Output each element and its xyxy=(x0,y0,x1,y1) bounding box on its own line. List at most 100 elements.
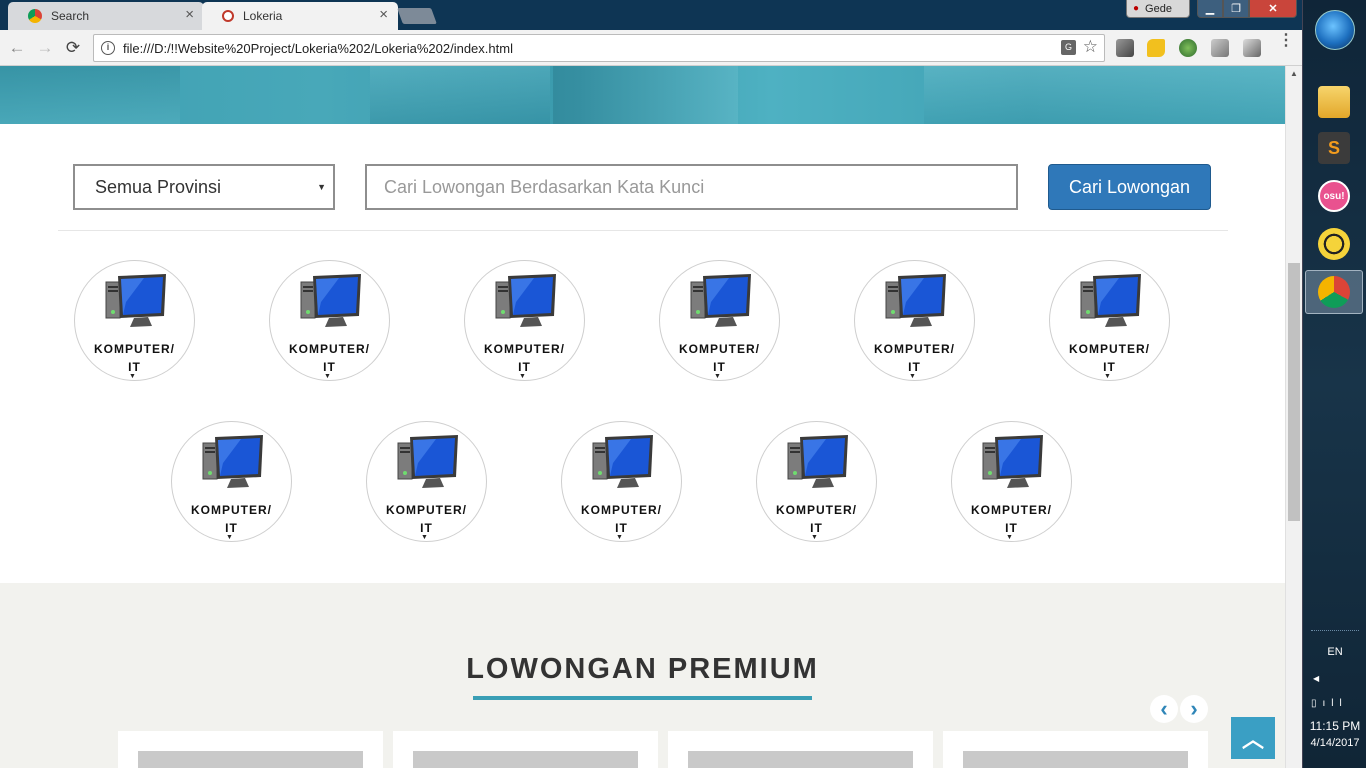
windows-taskbar: S osu! EN ◀ ▯ıll 11:15 PM 4/14/2017 xyxy=(1302,0,1366,768)
caret-down-icon: ▼ xyxy=(1104,373,1111,380)
computer-monitor-icon xyxy=(884,272,948,330)
caret-down-icon: ▼ xyxy=(421,534,428,541)
category-label: KOMPUTER/ IT xyxy=(776,503,857,535)
page-scrollbar[interactable]: ▲ xyxy=(1285,66,1302,768)
taskbar-app[interactable]: osu! xyxy=(1305,174,1363,218)
url-text[interactable]: file:///D:/!!Website%20Project/Lokeria%2… xyxy=(123,41,513,56)
taskbar-app[interactable] xyxy=(1305,80,1363,124)
close-window-button[interactable]: ✕ xyxy=(1249,0,1297,18)
carousel-next-button[interactable]: › xyxy=(1180,695,1208,723)
chrome-icon xyxy=(1318,276,1350,308)
tab-label: Lokeria xyxy=(243,9,283,23)
category-computer-it[interactable]: KOMPUTER/ IT ▼ xyxy=(756,421,877,542)
file-explorer-icon xyxy=(1318,86,1350,118)
back-to-top-button[interactable]: ︿ xyxy=(1231,717,1275,759)
category-computer-it[interactable]: KOMPUTER/ IT ▼ xyxy=(269,260,390,381)
extension-globe-icon[interactable] xyxy=(1179,39,1197,57)
extension-cube2-icon[interactable] xyxy=(1243,39,1261,57)
category-computer-it[interactable]: KOMPUTER/ IT ▼ xyxy=(74,260,195,381)
category-computer-it[interactable]: KOMPUTER/ IT ▼ xyxy=(561,421,682,542)
tray-expand-icon[interactable]: ◀ xyxy=(1313,674,1319,683)
category-computer-it[interactable]: KOMPUTER/ IT ▼ xyxy=(659,260,780,381)
bookmark-star-icon[interactable]: ☆ xyxy=(1083,37,1098,57)
browser-toolbar: ← → ⟳ i file:///D:/!!Website%20Project/L… xyxy=(0,30,1302,66)
category-label: KOMPUTER/ IT xyxy=(581,503,662,535)
page-viewport: Semua Provinsi ▼ Cari Lowongan Berdasark… xyxy=(0,66,1285,768)
caret-down-icon: ▼ xyxy=(909,373,916,380)
profile-button[interactable]: ● Gede xyxy=(1126,0,1190,18)
caret-down-icon: ▼ xyxy=(811,534,818,541)
premium-job-card[interactable] xyxy=(393,731,658,768)
carousel-prev-button[interactable]: ‹ xyxy=(1150,695,1178,723)
taskbar-separator xyxy=(1311,630,1359,632)
tray-status-icons[interactable]: ▯ıll xyxy=(1311,698,1348,709)
lokeria-favicon-icon xyxy=(222,10,234,22)
computer-monitor-icon xyxy=(1079,272,1143,330)
divider xyxy=(58,230,1228,231)
site-info-icon[interactable]: i xyxy=(101,41,115,55)
bee-app-icon xyxy=(1318,228,1350,260)
caret-down-icon: ▼ xyxy=(1006,534,1013,541)
computer-monitor-icon xyxy=(981,433,1045,491)
computer-monitor-icon xyxy=(494,272,558,330)
address-bar[interactable]: i file:///D:/!!Website%20Project/Lokeria… xyxy=(93,34,1105,62)
tab-lokeria[interactable]: Lokeria × xyxy=(202,2,398,30)
close-tab-icon[interactable]: × xyxy=(185,7,194,23)
category-label: KOMPUTER/ IT xyxy=(874,342,955,374)
job-card-image xyxy=(413,751,638,768)
forward-button[interactable]: → xyxy=(34,37,56,59)
scroll-up-icon[interactable]: ▲ xyxy=(1290,69,1298,78)
extension-cube-icon[interactable] xyxy=(1211,39,1229,57)
taskbar-app[interactable] xyxy=(1305,222,1363,266)
maximize-button[interactable]: ❐ xyxy=(1223,0,1249,18)
start-button[interactable] xyxy=(1315,10,1355,50)
category-label: KOMPUTER/ IT xyxy=(484,342,565,374)
premium-job-card[interactable] xyxy=(118,731,383,768)
computer-monitor-icon xyxy=(104,272,168,330)
category-label: KOMPUTER/ IT xyxy=(679,342,760,374)
scrollbar-thumb[interactable] xyxy=(1288,263,1300,521)
premium-job-card[interactable] xyxy=(943,731,1208,768)
category-computer-it[interactable]: KOMPUTER/ IT ▼ xyxy=(171,421,292,542)
minimize-button[interactable]: ▁ xyxy=(1197,0,1223,18)
close-tab-icon[interactable]: × xyxy=(379,7,388,23)
reload-button[interactable]: ⟳ xyxy=(62,37,84,59)
browser-menu-icon[interactable]: ⋮ xyxy=(1278,33,1294,49)
computer-monitor-icon xyxy=(689,272,753,330)
new-tab-button[interactable] xyxy=(397,8,437,24)
caret-down-icon: ▼ xyxy=(324,373,331,380)
clock-date[interactable]: 4/14/2017 xyxy=(1303,737,1366,749)
category-computer-it[interactable]: KOMPUTER/ IT ▼ xyxy=(464,260,585,381)
caret-down-icon: ▼ xyxy=(616,534,623,541)
keyword-search-input[interactable]: Cari Lowongan Berdasarkan Kata Kunci xyxy=(365,164,1018,210)
province-select[interactable]: Semua Provinsi ▼ xyxy=(73,164,335,210)
category-computer-it[interactable]: KOMPUTER/ IT ▼ xyxy=(951,421,1072,542)
translate-icon[interactable]: G xyxy=(1061,40,1076,55)
taskbar-app[interactable]: S xyxy=(1305,126,1363,170)
hero-image-segment xyxy=(0,66,180,124)
computer-monitor-icon xyxy=(396,433,460,491)
extension-tool-icon[interactable] xyxy=(1116,39,1134,57)
category-computer-it[interactable]: KOMPUTER/ IT ▼ xyxy=(366,421,487,542)
category-computer-it[interactable]: KOMPUTER/ IT ▼ xyxy=(854,260,975,381)
tab-label: Search xyxy=(51,9,90,23)
category-computer-it[interactable]: KOMPUTER/ IT ▼ xyxy=(1049,260,1170,381)
premium-jobs-section: LOWONGAN PREMIUM ‹ › xyxy=(0,583,1285,768)
search-jobs-button[interactable]: Cari Lowongan xyxy=(1048,164,1211,210)
back-button[interactable]: ← xyxy=(6,37,28,59)
search-section: Semua Provinsi ▼ Cari Lowongan Berdasark… xyxy=(0,124,1285,584)
caret-down-icon: ▼ xyxy=(519,373,526,380)
extension-cheese-icon[interactable] xyxy=(1147,39,1165,57)
premium-job-card[interactable] xyxy=(668,731,933,768)
category-label: KOMPUTER/ IT xyxy=(94,342,175,374)
computer-monitor-icon xyxy=(201,433,265,491)
keyword-placeholder: Cari Lowongan Berdasarkan Kata Kunci xyxy=(384,176,705,197)
category-label: KOMPUTER/ IT xyxy=(971,503,1052,535)
osu-icon: osu! xyxy=(1318,180,1350,212)
language-indicator[interactable]: EN xyxy=(1303,646,1366,658)
category-label: KOMPUTER/ IT xyxy=(386,503,467,535)
clock-time[interactable]: 11:15 PM xyxy=(1303,719,1366,733)
browser-tab-strip: Search × Lokeria × ● Gede ▁ ❐ ✕ xyxy=(0,0,1302,30)
taskbar-app-active[interactable] xyxy=(1305,270,1363,314)
tab-search[interactable]: Search × xyxy=(8,2,204,30)
